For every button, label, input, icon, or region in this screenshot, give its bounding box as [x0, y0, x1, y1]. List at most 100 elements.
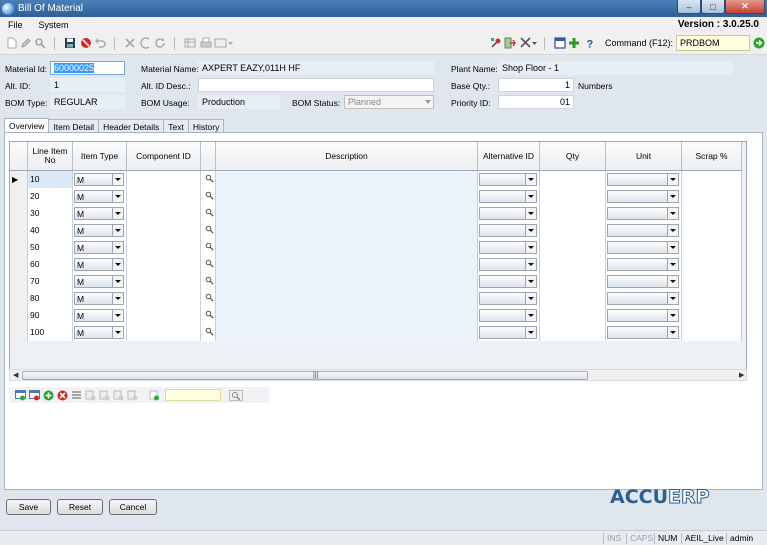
line-item-cell[interactable]: 10	[28, 171, 73, 188]
component-lookup-cell[interactable]	[201, 171, 216, 188]
description-cell[interactable]	[216, 307, 478, 324]
dropdown[interactable]	[607, 309, 679, 322]
chevron-down-icon[interactable]	[112, 276, 123, 287]
dropdown[interactable]	[607, 241, 679, 254]
unit-cell[interactable]	[606, 256, 682, 273]
qty-cell[interactable]	[540, 324, 606, 341]
lookup-icon[interactable]	[205, 293, 214, 302]
list-icon[interactable]	[71, 390, 82, 401]
component-id-cell[interactable]	[127, 205, 201, 222]
chevron-down-icon[interactable]	[525, 259, 536, 270]
table-row[interactable]: 60 M	[10, 256, 742, 273]
line-item-cell[interactable]: 90	[28, 307, 73, 324]
alt-id-field[interactable]: 1	[50, 78, 125, 92]
alternative-id-cell[interactable]	[478, 205, 540, 222]
plant-name-field[interactable]: Shop Floor - 1	[498, 61, 733, 75]
lookup-icon[interactable]	[205, 259, 214, 268]
priority-id-field[interactable]: 01	[498, 95, 574, 109]
component-id-cell[interactable]	[127, 171, 201, 188]
col-description[interactable]: Description	[216, 142, 478, 170]
qty-cell[interactable]	[540, 222, 606, 239]
find-icon[interactable]	[34, 37, 46, 49]
alternative-id-cell[interactable]	[478, 171, 540, 188]
tab-header-details[interactable]: Header Details	[98, 119, 165, 133]
component-lookup-cell[interactable]	[201, 239, 216, 256]
dropdown[interactable]	[607, 173, 679, 186]
unit-cell[interactable]	[606, 222, 682, 239]
chevron-down-icon[interactable]	[525, 293, 536, 304]
cancel-icon[interactable]	[80, 37, 92, 49]
save-button[interactable]: Save	[6, 499, 51, 515]
tools-icon[interactable]	[490, 37, 502, 49]
scrap-cell[interactable]	[682, 205, 742, 222]
col-unit[interactable]: Unit	[606, 142, 682, 170]
save-icon[interactable]	[64, 37, 76, 49]
go-icon[interactable]	[753, 37, 765, 49]
minimize-button[interactable]: –	[677, 0, 701, 14]
chevron-down-icon[interactable]	[525, 225, 536, 236]
unit-cell[interactable]	[606, 205, 682, 222]
component-lookup-cell[interactable]	[201, 205, 216, 222]
chevron-down-icon[interactable]	[112, 174, 123, 185]
grid-search-input[interactable]	[165, 389, 221, 401]
bom-type-field[interactable]: REGULAR	[50, 95, 125, 109]
chevron-down-icon[interactable]	[112, 310, 123, 321]
item-type-cell[interactable]: M	[73, 188, 127, 205]
back-icon[interactable]	[140, 37, 152, 49]
unit-cell[interactable]	[606, 307, 682, 324]
item-type-cell[interactable]: M	[73, 307, 127, 324]
line-item-cell[interactable]: 60	[28, 256, 73, 273]
dropdown[interactable]	[479, 207, 537, 220]
lookup-icon[interactable]	[205, 225, 214, 234]
chevron-down-icon[interactable]	[525, 276, 536, 287]
exit-icon[interactable]	[504, 37, 516, 49]
dropdown[interactable]	[607, 207, 679, 220]
add-icon[interactable]	[568, 37, 580, 49]
chevron-down-icon[interactable]	[112, 242, 123, 253]
component-lookup-cell[interactable]	[201, 256, 216, 273]
dropdown[interactable]	[479, 258, 537, 271]
qty-cell[interactable]	[540, 171, 606, 188]
edit-icon[interactable]	[20, 37, 32, 49]
unit-cell[interactable]	[606, 290, 682, 307]
alt-id-desc-field[interactable]	[198, 78, 434, 92]
command-input[interactable]	[676, 35, 750, 51]
new-document-icon[interactable]	[6, 37, 18, 49]
chevron-down-icon[interactable]	[525, 208, 536, 219]
table-row[interactable]: 50 M	[10, 239, 742, 256]
help-icon[interactable]: ?	[584, 37, 596, 50]
scrap-cell[interactable]	[682, 222, 742, 239]
copy-row-icon[interactable]	[85, 390, 96, 401]
component-id-cell[interactable]	[127, 256, 201, 273]
dropdown[interactable]	[479, 190, 537, 203]
tab-text[interactable]: Text	[163, 119, 189, 133]
scrollbar-thumb[interactable]: |||	[22, 371, 588, 380]
refresh-icon[interactable]	[154, 37, 166, 49]
description-cell[interactable]	[216, 324, 478, 341]
line-item-cell[interactable]: 20	[28, 188, 73, 205]
item-type-cell[interactable]: M	[73, 171, 127, 188]
alternative-id-cell[interactable]	[478, 222, 540, 239]
col-item-type[interactable]: Item Type	[73, 142, 127, 170]
item-type-cell[interactable]: M	[73, 273, 127, 290]
menu-file[interactable]: File	[0, 20, 31, 30]
chevron-down-icon[interactable]	[667, 259, 678, 270]
chevron-down-icon[interactable]	[667, 191, 678, 202]
line-item-cell[interactable]: 50	[28, 239, 73, 256]
line-item-cell[interactable]: 30	[28, 205, 73, 222]
item-type-cell[interactable]: M	[73, 205, 127, 222]
table-row[interactable]: 40 M	[10, 222, 742, 239]
qty-cell[interactable]	[540, 188, 606, 205]
description-cell[interactable]	[216, 273, 478, 290]
dropdown[interactable]: M	[74, 309, 124, 322]
component-lookup-cell[interactable]	[201, 324, 216, 341]
scrap-cell[interactable]	[682, 256, 742, 273]
tab-item-detail[interactable]: Item Detail	[48, 119, 100, 133]
scrap-cell[interactable]	[682, 273, 742, 290]
scrap-cell[interactable]	[682, 188, 742, 205]
dropdown[interactable]	[607, 190, 679, 203]
chevron-down-icon[interactable]	[667, 276, 678, 287]
col-scrap[interactable]: Scrap %	[682, 142, 742, 170]
settings-dropdown-icon[interactable]	[520, 37, 538, 49]
component-id-cell[interactable]	[127, 239, 201, 256]
